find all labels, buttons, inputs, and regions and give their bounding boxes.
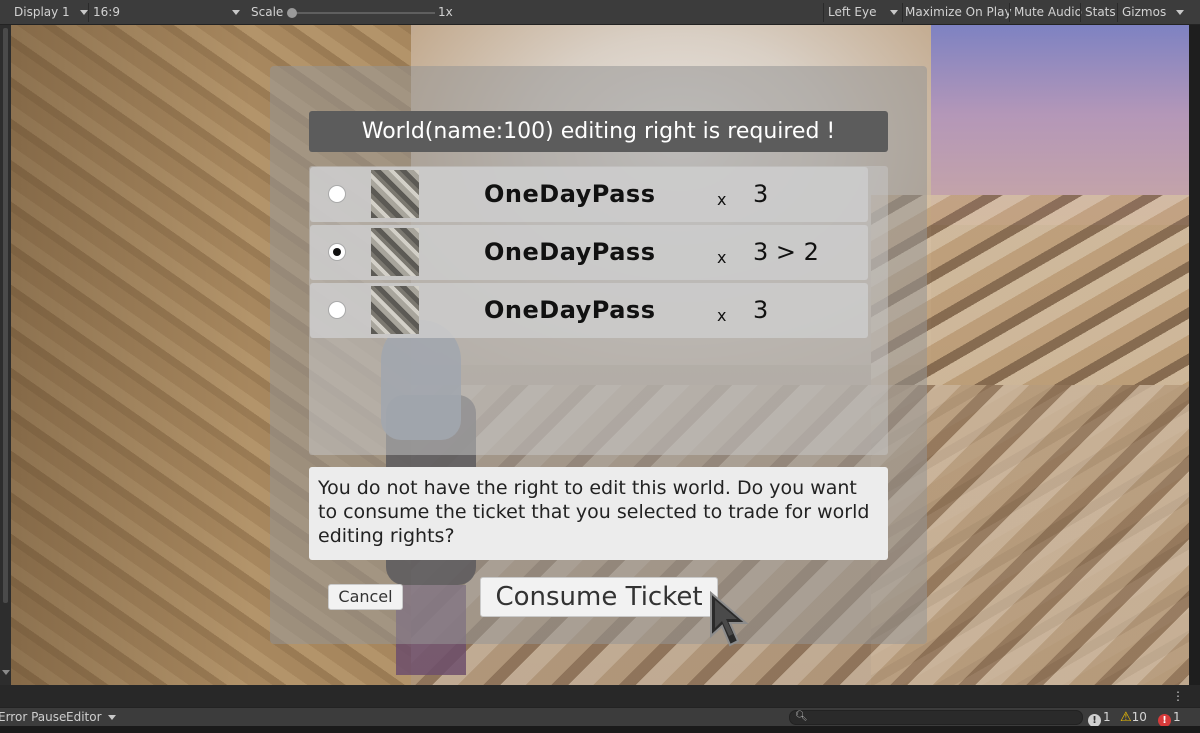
ticket-multiplier: x <box>717 190 727 209</box>
game-view-toolbar: Display 1 16:9 Scale 1x Left Eye Maximiz… <box>0 0 1200 25</box>
toolbar-divider <box>1080 3 1081 22</box>
toolbar-divider <box>1117 3 1118 22</box>
error-count-toggle[interactable]: ! 1 <box>1158 709 1181 727</box>
console-search-input[interactable]: 🔍︎ <box>789 710 1083 725</box>
toolbar-divider <box>1009 3 1010 22</box>
scroll-down-arrow-icon[interactable] <box>2 670 10 675</box>
dialog-message: You do not have the right to edit this w… <box>309 467 888 560</box>
search-icon: 🔍︎ <box>795 711 808 722</box>
dialog-title: World(name:100) editing right is require… <box>309 111 888 152</box>
display-label: Display 1 <box>14 5 70 19</box>
editor-dropdown[interactable]: Editor <box>66 710 117 725</box>
console-header <box>0 685 1200 707</box>
gizmos-label: Gizmos <box>1122 5 1167 19</box>
ticket-row[interactable]: OneDayPass x 3 <box>310 167 868 222</box>
ticket-row[interactable]: OneDayPass x 3 <box>310 283 868 338</box>
scale-slider[interactable] <box>293 12 435 14</box>
error-pause-toggle[interactable]: Error Pause <box>0 710 66 725</box>
eye-label: Left Eye <box>828 5 877 19</box>
error-count: 1 <box>1173 710 1181 724</box>
info-count: 1 <box>1103 710 1111 724</box>
radio-dot-icon <box>333 248 341 256</box>
mouse-cursor-icon <box>710 590 749 647</box>
ticket-count: 3 <box>753 296 769 324</box>
more-options-icon[interactable]: ⋮ <box>1172 690 1184 702</box>
warning-count: 10 <box>1131 710 1147 724</box>
info-count-toggle[interactable]: ! 1 <box>1088 709 1111 727</box>
console-toolbar: Error Pause Editor 🔍︎ ! 1 ⚠10 ! 1 <box>0 707 1200 727</box>
warning-icon: ⚠ <box>1120 710 1132 725</box>
ticket-row-selected[interactable]: OneDayPass x 3 > 2 <box>310 225 868 280</box>
editor-label: Editor <box>66 710 102 724</box>
maximize-on-play-toggle[interactable]: Maximize On Play <box>905 4 1012 21</box>
eye-dropdown[interactable]: Left Eye <box>828 4 900 21</box>
chevron-down-icon <box>79 10 88 15</box>
scale-slider-handle[interactable] <box>287 8 297 18</box>
ticket-count: 3 > 2 <box>753 238 819 266</box>
vertical-scrollbar[interactable] <box>3 28 8 603</box>
scale-value: 1x <box>438 5 453 19</box>
aspect-dropdown[interactable]: 16:9 <box>93 4 243 21</box>
toolbar-divider <box>902 3 903 22</box>
ticket-name: OneDayPass <box>484 296 656 324</box>
toolbar-divider <box>88 3 89 22</box>
left-scroll-strip <box>0 25 11 685</box>
ticket-multiplier: x <box>717 248 727 267</box>
warning-count-toggle[interactable]: ⚠10 <box>1120 709 1147 726</box>
ticket-thumbnail <box>371 228 419 276</box>
scale-label: Scale <box>251 5 284 19</box>
gizmos-dropdown[interactable]: Gizmos <box>1122 4 1194 21</box>
chevron-down-icon <box>108 715 117 720</box>
aspect-label: 16:9 <box>93 5 120 19</box>
toolbar-divider <box>823 3 824 22</box>
mute-audio-toggle[interactable]: Mute Audio <box>1014 4 1082 21</box>
ticket-count: 3 <box>753 180 769 208</box>
consume-ticket-button[interactable]: Consume Ticket <box>480 577 718 617</box>
ticket-radio[interactable] <box>328 301 346 319</box>
window-bottom-edge <box>0 726 1200 733</box>
chevron-down-icon <box>890 10 898 15</box>
chevron-down-icon <box>1176 10 1184 15</box>
ticket-radio-selected[interactable] <box>328 243 346 261</box>
ticket-multiplier: x <box>717 306 727 325</box>
stats-toggle[interactable]: Stats <box>1085 4 1116 21</box>
chevron-down-icon <box>232 10 240 15</box>
ticket-name: OneDayPass <box>484 238 656 266</box>
ticket-thumbnail <box>371 170 419 218</box>
cancel-button[interactable]: Cancel <box>328 584 403 610</box>
ticket-radio[interactable] <box>328 185 346 203</box>
ticket-name: OneDayPass <box>484 180 656 208</box>
display-dropdown[interactable]: Display 1 <box>14 4 88 21</box>
ticket-thumbnail <box>371 286 419 334</box>
